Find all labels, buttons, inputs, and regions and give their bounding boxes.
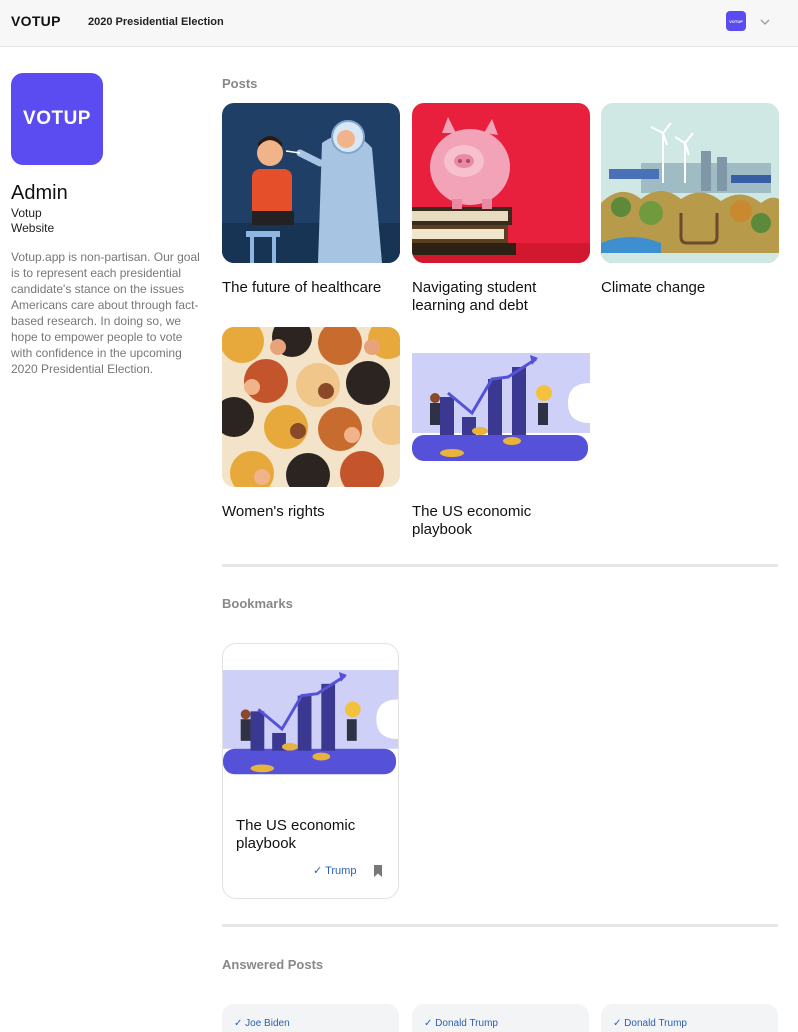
top-bar: VOTUP 2020 Presidential Election VOTUP: [0, 0, 798, 47]
profile-bio: Votup.app is non-partisan. Our goal is t…: [11, 250, 200, 376]
profile-website-link[interactable]: Website: [11, 221, 54, 235]
section-divider: [222, 564, 778, 567]
post-title[interactable]: Women's rights: [222, 503, 400, 521]
bookmark-icon[interactable]: [373, 865, 383, 877]
profile-org: Votup: [11, 206, 42, 220]
bookmark-card[interactable]: The US economic playbook ✓ Trump: [222, 643, 399, 899]
healthcare-image: [222, 103, 400, 263]
posts-heading: Posts: [222, 76, 258, 91]
answer-label: ✓ Joe Biden: [234, 1018, 290, 1029]
post-title[interactable]: The US economic playbook: [412, 503, 590, 539]
section-divider: [222, 924, 778, 927]
post-card[interactable]: The US economic playbook: [412, 327, 590, 539]
brand-logo[interactable]: VOTUP: [11, 13, 61, 29]
post-card[interactable]: Women's rights: [222, 327, 400, 521]
post-title[interactable]: Navigating student learning and debt: [412, 279, 590, 315]
economy-image: [412, 327, 590, 487]
climate-image: [601, 103, 779, 263]
post-title[interactable]: Climate change: [601, 279, 779, 297]
answered-card[interactable]: ✓ Donald Trump: [601, 1004, 778, 1032]
profile-name: Admin: [11, 182, 68, 204]
answered-heading: Answered Posts: [222, 957, 324, 972]
bookmarks-heading: Bookmarks: [222, 596, 293, 611]
piggy-bank-image: [412, 103, 590, 263]
chevron-down-icon[interactable]: [758, 15, 772, 29]
womens-rights-image: [222, 327, 400, 487]
post-card[interactable]: The future of healthcare: [222, 103, 400, 297]
user-avatar[interactable]: VOTUP: [726, 11, 746, 31]
answer-label: ✓ Donald Trump: [424, 1018, 498, 1029]
candidate-tag: ✓ Trump: [313, 865, 357, 877]
answered-card[interactable]: ✓ Joe Biden: [222, 1004, 399, 1032]
bookmark-title[interactable]: The US economic playbook: [236, 817, 386, 853]
answer-label: ✓ Donald Trump: [613, 1018, 687, 1029]
page-title: 2020 Presidential Election: [88, 16, 224, 28]
economy-image: [223, 666, 398, 798]
post-card[interactable]: Climate change: [601, 103, 779, 297]
answered-card[interactable]: ✓ Donald Trump: [412, 1004, 589, 1032]
post-title[interactable]: The future of healthcare: [222, 279, 400, 297]
post-card[interactable]: Navigating student learning and debt: [412, 103, 590, 315]
profile-logo: VOTUP: [11, 73, 103, 165]
